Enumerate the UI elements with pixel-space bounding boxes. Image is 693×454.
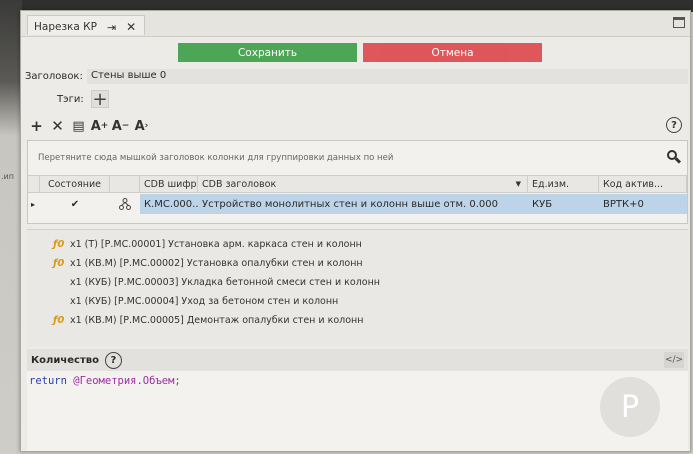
grid-header: Состояние CDB шифр CDB заголовок ▼ Ед.из… [28, 175, 687, 193]
add-tag-button[interactable]: + [91, 89, 109, 110]
title-tab[interactable]: Нарезка КР ⇥ ✕ [27, 15, 146, 35]
code-expression: @Геометрия.Объем; [73, 375, 181, 387]
cancel-button[interactable]: Отмена [363, 43, 542, 62]
window-title: Нарезка КР [34, 21, 97, 33]
state-check-icon[interactable]: ✔ [40, 194, 110, 214]
work-text: x1 (КУБ) [Р.МС.00003] Укладка бетонной с… [70, 276, 381, 288]
list-item[interactable]: x1 (КУБ) [Р.МС.00003] Укладка бетонной с… [53, 274, 380, 290]
work-text: x1 (КВ.М) [Р.МС.00002] Установка опалубк… [70, 257, 363, 269]
pin-icon[interactable]: ⇥ [107, 21, 116, 34]
header-input[interactable]: Стены выше 0 [87, 69, 688, 84]
code-line: return @Геометрия.Объем; [29, 375, 181, 387]
maximize-icon[interactable] [673, 17, 685, 28]
list-item[interactable]: x1 (КУБ) [Р.МС.00004] Уход за бетоном ст… [53, 293, 338, 309]
header-label: Заголовок: [25, 71, 83, 82]
column-activity-code[interactable]: Код актив... [599, 176, 687, 192]
formula-icon: ƒ0 [53, 257, 65, 269]
work-text: x1 (Т) [Р.МС.00001] Установка арм. карка… [70, 238, 362, 250]
column-tree [110, 176, 140, 192]
formula-icon: ƒ0 [53, 314, 65, 326]
watermark-logo: P [600, 377, 660, 437]
search-icon[interactable] [667, 150, 682, 164]
font-decrease-icon[interactable]: A − [111, 116, 130, 136]
delete-icon[interactable]: ✕ [48, 116, 67, 136]
works-list: ƒ0 x1 (Т) [Р.МС.00001] Установка арм. ка… [27, 229, 688, 347]
titlebar: Нарезка КР ⇥ ✕ [21, 11, 690, 37]
column-state[interactable]: Состояние [40, 176, 110, 192]
header-row: Заголовок: Стены выше 0 [21, 69, 690, 84]
font-reset-icon[interactable]: A › [132, 116, 151, 136]
quantity-label: Количество [31, 354, 99, 366]
quantity-bar: Количество ? </> [27, 349, 688, 371]
font-increase-icon[interactable]: A + [90, 116, 109, 136]
list-item[interactable]: ƒ0 x1 (Т) [Р.МС.00001] Установка арм. ка… [53, 236, 362, 252]
formula-editor[interactable]: return @Геометрия.Объем; P [27, 371, 688, 451]
background-side-mark: .ип [1, 172, 14, 181]
hierarchy-icon[interactable] [110, 194, 140, 214]
dialog-window: Нарезка КР ⇥ ✕ Сохранить Отмена Заголово… [20, 10, 691, 452]
column-cdb-code[interactable]: CDB шифр [140, 176, 198, 192]
background-left [0, 0, 22, 454]
cdb-grid: Перетяните сюда мышкой заголовок колонки… [27, 140, 688, 224]
add-icon[interactable]: + [27, 116, 46, 136]
group-hint: Перетяните сюда мышкой заголовок колонки… [38, 153, 394, 163]
cell-cdb-title[interactable]: Устройство монолитных стен и колонн выше… [198, 194, 528, 214]
close-icon[interactable]: ✕ [126, 20, 136, 34]
formula-icon: ƒ0 [53, 238, 65, 250]
row-indicator-icon: ▸ [31, 199, 36, 209]
help-icon[interactable]: ? [666, 117, 682, 133]
help-icon[interactable]: ? [104, 351, 122, 369]
code-keyword: return [29, 375, 67, 387]
column-unit[interactable]: Ед.изм. [528, 176, 599, 192]
save-button[interactable]: Сохранить [178, 43, 357, 62]
toolbar: + ✕ ▤ A + A − A › [27, 115, 151, 137]
cell-unit[interactable]: КУБ [528, 194, 599, 214]
code-view-button[interactable]: </> [664, 352, 684, 368]
list-item[interactable]: ƒ0 x1 (КВ.М) [Р.МС.00005] Демонтаж опалу… [53, 312, 363, 328]
tags-row: Тэги: + [21, 89, 109, 110]
list-item[interactable]: ƒ0 x1 (КВ.М) [Р.МС.00002] Установка опал… [53, 255, 363, 271]
filter-arrow-icon[interactable]: ▼ [516, 180, 521, 188]
tags-label: Тэги: [57, 93, 84, 105]
table-row[interactable]: ▸ ✔ К.МС.000... Устройство монолитных ст… [28, 194, 687, 214]
column-cdb-title[interactable]: CDB заголовок ▼ [198, 176, 528, 192]
work-text: x1 (КУБ) [Р.МС.00004] Уход за бетоном ст… [70, 295, 339, 307]
column-cdb-title-label: CDB заголовок [202, 178, 277, 190]
cell-cdb-code[interactable]: К.МС.000... [140, 194, 198, 214]
cell-activity-code[interactable]: ВРТК+0 [599, 194, 687, 214]
indicator-column [28, 176, 40, 192]
work-text: x1 (КВ.М) [Р.МС.00005] Демонтаж опалубки… [70, 314, 364, 326]
list-icon[interactable]: ▤ [69, 116, 88, 136]
